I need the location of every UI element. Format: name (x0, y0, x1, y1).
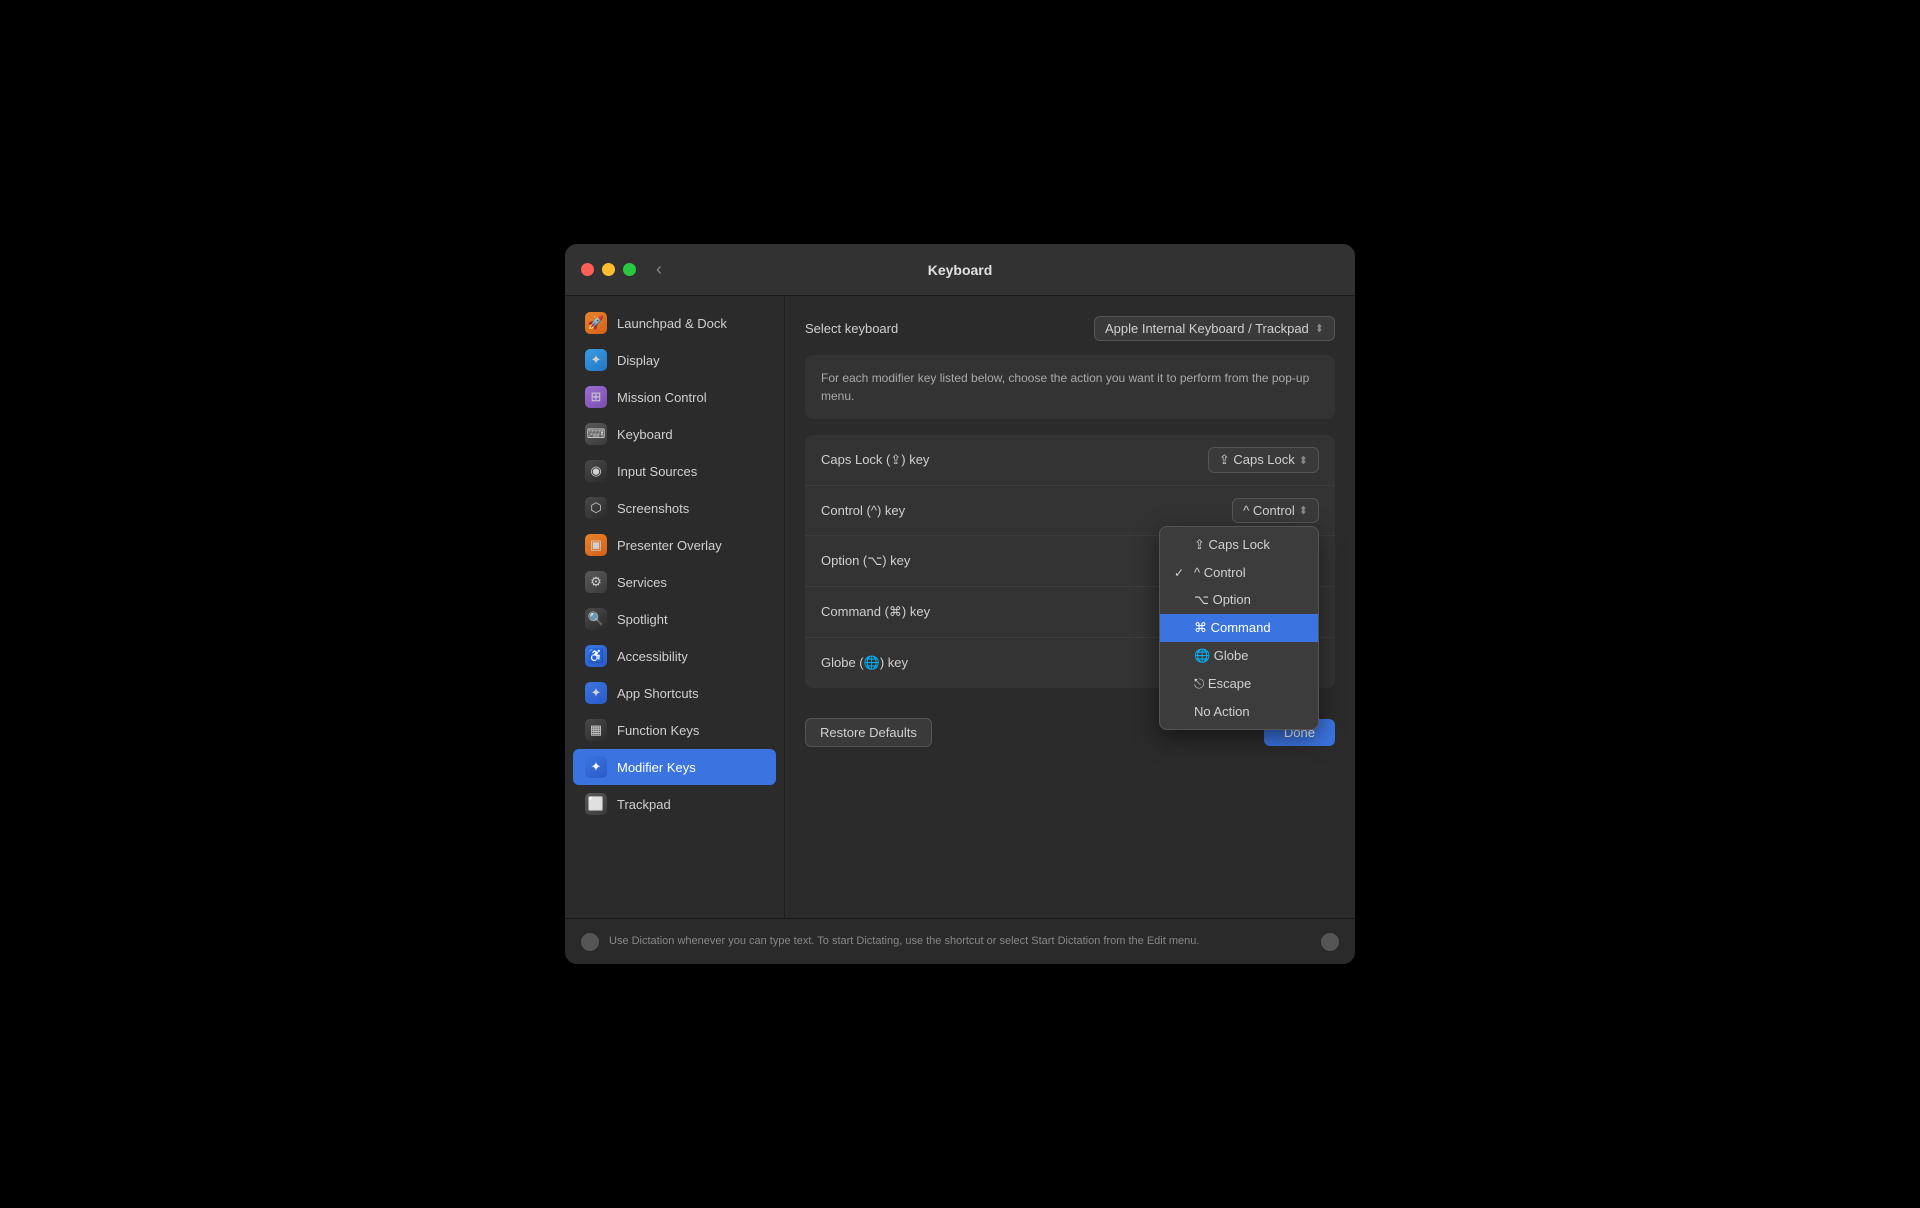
spotlight-icon: 🔍 (585, 608, 607, 630)
sidebar-item-label-screenshots: Screenshots (617, 501, 689, 516)
description-text: For each modifier key listed below, choo… (821, 369, 1319, 405)
sidebar-item-label-mission-control: Mission Control (617, 390, 707, 405)
modifier-key-label: Globe (🌐) key (821, 655, 908, 671)
dictation-toggle[interactable] (1321, 933, 1339, 951)
launchpad-icon: 🚀 (585, 312, 607, 334)
sidebar-item-keyboard[interactable]: ⌨ Keyboard (573, 416, 776, 452)
keyboard-dropdown[interactable]: Apple Internal Keyboard / Trackpad ⬍ (1094, 316, 1335, 341)
microphone-icon (581, 933, 599, 951)
main-content: Select keyboard Apple Internal Keyboard … (785, 296, 1355, 918)
popup-item-label: ⌥ Option (1194, 592, 1251, 608)
modifier-value-btn-0[interactable]: ⇪ Caps Lock ⬍ (1208, 447, 1319, 473)
popup-check-icon: ✓ (1174, 566, 1188, 580)
dropdown-arrows-icon: ⬍ (1315, 322, 1324, 335)
popup-item-label: ⇪ Caps Lock (1194, 537, 1270, 553)
sidebar-item-spotlight[interactable]: 🔍 Spotlight (573, 601, 776, 637)
sidebar-item-presenter-overlay[interactable]: ▣ Presenter Overlay (573, 527, 776, 563)
restore-defaults-button[interactable]: Restore Defaults (805, 718, 932, 747)
maximize-button[interactable] (623, 263, 636, 276)
keyboard-selector-label: Select keyboard (805, 321, 898, 336)
modifier-keys-icon: ✦ (585, 756, 607, 778)
modifier-key-label: Caps Lock (⇪) key (821, 452, 929, 468)
popup-item-⇪-caps-lock[interactable]: ⇪ Caps Lock (1160, 531, 1318, 559)
modifier-row: Option (⌥) key⌥ Option⬍⇪ Caps Lock✓^ Con… (805, 536, 1335, 587)
popup-item-⌘-command[interactable]: ⌘ Command (1160, 614, 1318, 642)
titlebar: ‹ Keyboard (565, 244, 1355, 296)
modifier-table: Caps Lock (⇪) key ⇪ Caps Lock ⬍ Control (^)… (805, 435, 1335, 688)
back-button[interactable]: ‹ (656, 259, 662, 280)
modifier-key-label: Control (^) key (821, 503, 905, 518)
sidebar-item-label-spotlight: Spotlight (617, 612, 668, 627)
trackpad-icon: ⬜ (585, 793, 607, 815)
sidebar-item-label-launchpad: Launchpad & Dock (617, 316, 727, 331)
display-icon: ✦ (585, 349, 607, 371)
sidebar-item-label-trackpad: Trackpad (617, 797, 671, 812)
sidebar-item-label-keyboard: Keyboard (617, 427, 673, 442)
popup-item-^-control[interactable]: ✓ ^ Control (1160, 559, 1318, 586)
popup-item-label: ^ Control (1194, 565, 1246, 580)
popup-item-label: ⌘ Command (1194, 620, 1271, 636)
keyboard-selector: Select keyboard Apple Internal Keyboard … (805, 316, 1335, 341)
sidebar: 🚀 Launchpad & Dock ✦ Display ⊞ Mission Contro… (565, 296, 785, 918)
modifier-row: Caps Lock (⇪) key ⇪ Caps Lock ⬍ (805, 435, 1335, 486)
popup-item-🌐-globe[interactable]: 🌐 Globe (1160, 642, 1318, 670)
sidebar-item-label-display: Display (617, 353, 660, 368)
sidebar-item-services[interactable]: ⚙ Services (573, 564, 776, 600)
minimize-button[interactable] (602, 263, 615, 276)
bottom-bar: Use Dictation whenever you can type text… (565, 918, 1355, 964)
presenter-overlay-icon: ▣ (585, 534, 607, 556)
sidebar-item-app-shortcuts[interactable]: ✦ App Shortcuts (573, 675, 776, 711)
modifier-value-text: ⇪ Caps Lock (1219, 452, 1295, 468)
popup-item-label: No Action (1194, 704, 1250, 719)
popup-item-label: 🌐 Globe (1194, 648, 1249, 664)
function-keys-icon: ▦ (585, 719, 607, 741)
modifier-dropdown-arrows-icon: ⬍ (1299, 504, 1308, 517)
traffic-lights (581, 263, 636, 276)
popup-menu: ⇪ Caps Lock ✓ ^ Control ⌥ Option ⌘ Command 🌐 … (1159, 526, 1319, 730)
sidebar-item-launchpad[interactable]: 🚀 Launchpad & Dock (573, 305, 776, 341)
modifier-value-btn-1[interactable]: ^ Control ⬍ (1232, 498, 1319, 523)
sidebar-item-label-presenter-overlay: Presenter Overlay (617, 538, 722, 553)
popup-item-⌥-option[interactable]: ⌥ Option (1160, 586, 1318, 614)
modifier-dropdown-arrows-icon: ⬍ (1299, 454, 1308, 467)
modifier-key-label: Option (⌥) key (821, 553, 910, 569)
screenshots-icon: ⬡ (585, 497, 607, 519)
sidebar-item-label-app-shortcuts: App Shortcuts (617, 686, 699, 701)
sidebar-item-display[interactable]: ✦ Display (573, 342, 776, 378)
window: ‹ Keyboard 🚀 Launchpad & Dock ✦ Display ⊞ Mis… (565, 244, 1355, 964)
popup-item-⎋-escape[interactable]: ⎋ Escape (1160, 670, 1318, 698)
sidebar-item-label-services: Services (617, 575, 667, 590)
sidebar-item-label-accessibility: Accessibility (617, 649, 688, 664)
services-icon: ⚙ (585, 571, 607, 593)
sidebar-item-mission-control[interactable]: ⊞ Mission Control (573, 379, 776, 415)
accessibility-icon: ♿ (585, 645, 607, 667)
sidebar-item-input-sources[interactable]: ◉ Input Sources (573, 453, 776, 489)
sidebar-item-label-input-sources: Input Sources (617, 464, 697, 479)
sidebar-item-label-modifier-keys: Modifier Keys (617, 760, 696, 775)
modifier-key-label: Command (⌘) key (821, 604, 930, 620)
sidebar-item-modifier-keys[interactable]: ✦ Modifier Keys (573, 749, 776, 785)
keyboard-dropdown-value: Apple Internal Keyboard / Trackpad (1105, 321, 1309, 336)
app-shortcuts-icon: ✦ (585, 682, 607, 704)
close-button[interactable] (581, 263, 594, 276)
sidebar-item-screenshots[interactable]: ⬡ Screenshots (573, 490, 776, 526)
window-body: 🚀 Launchpad & Dock ✦ Display ⊞ Mission Contro… (565, 296, 1355, 918)
description-box: For each modifier key listed below, choo… (805, 355, 1335, 419)
sidebar-item-trackpad[interactable]: ⬜ Trackpad (573, 786, 776, 822)
modifier-value-text: ^ Control (1243, 503, 1295, 518)
sidebar-item-function-keys[interactable]: ▦ Function Keys (573, 712, 776, 748)
mission-control-icon: ⊞ (585, 386, 607, 408)
sidebar-item-accessibility[interactable]: ♿ Accessibility (573, 638, 776, 674)
popup-item-no-action[interactable]: No Action (1160, 698, 1318, 725)
sidebar-item-label-function-keys: Function Keys (617, 723, 699, 738)
dictation-text: Use Dictation whenever you can type text… (609, 934, 1311, 949)
input-sources-icon: ◉ (585, 460, 607, 482)
window-title: Keyboard (928, 262, 993, 278)
keyboard-icon: ⌨ (585, 423, 607, 445)
popup-item-label: ⎋ Escape (1194, 676, 1251, 692)
